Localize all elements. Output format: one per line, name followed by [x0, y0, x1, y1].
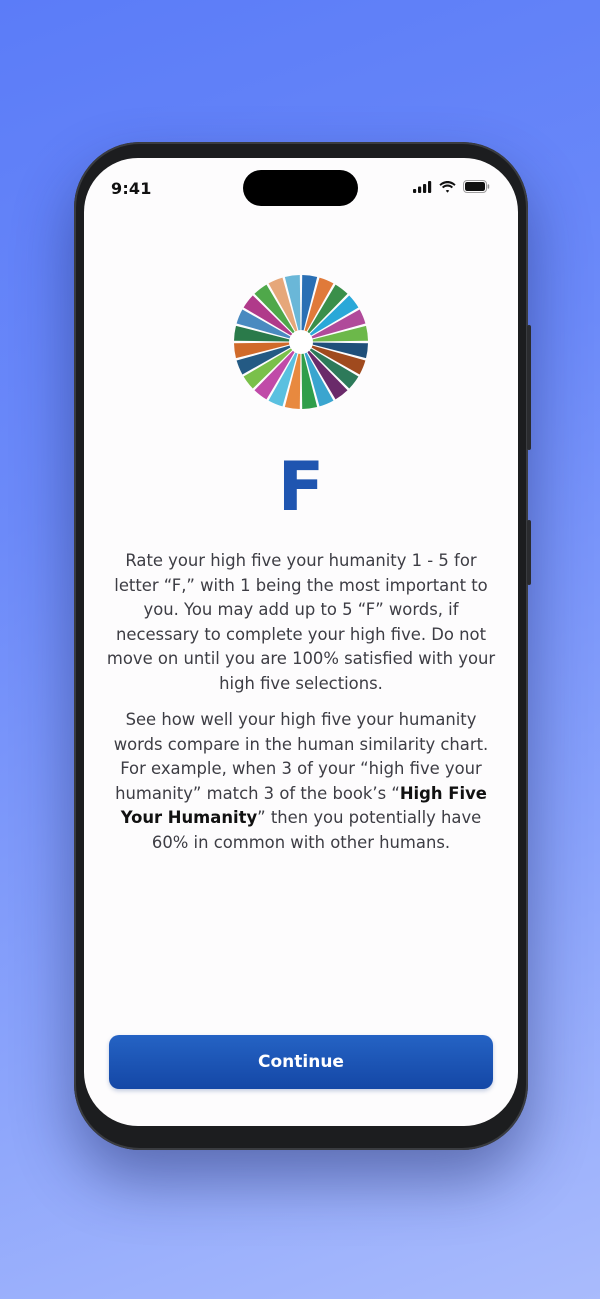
multicolor-wheel-logo	[233, 274, 369, 410]
wheel-logo-icon	[234, 275, 368, 409]
status-icons	[413, 180, 490, 193]
instruction-paragraph: Rate your high five your humanity 1 - 5 …	[106, 551, 496, 693]
cellular-signal-icon	[413, 180, 432, 193]
wheel-center	[289, 330, 313, 354]
continue-button[interactable]: Continue	[109, 1035, 493, 1089]
wifi-icon	[439, 180, 456, 193]
battery-icon	[463, 180, 490, 193]
status-bar: 9:41	[84, 158, 518, 214]
status-time: 9:41	[111, 179, 152, 198]
phone-side-button	[527, 325, 531, 450]
app-screen: 9:41 F Rate your high five your humanity…	[84, 158, 518, 1126]
phone-side-button	[527, 520, 531, 585]
dynamic-island	[243, 170, 358, 206]
comparison-paragraph: See how well your high five your humanit…	[106, 708, 496, 856]
letter-heading: F	[277, 448, 325, 527]
